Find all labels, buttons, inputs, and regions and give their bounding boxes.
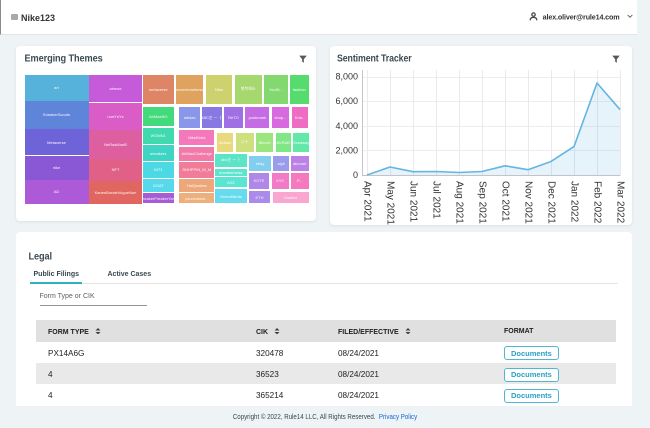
svg-text:Dec 2021: Dec 2021 <box>545 181 556 224</box>
svg-text:8,000: 8,000 <box>335 72 358 82</box>
svg-text:Aug 2021: Aug 2021 <box>453 181 464 224</box>
svg-text:Jul 2021: Jul 2021 <box>430 181 441 219</box>
svg-text:4,000: 4,000 <box>335 121 358 131</box>
svg-text:Oct 2021: Oct 2021 <box>499 181 510 222</box>
svg-text:Mar 2022: Mar 2022 <box>614 181 625 224</box>
svg-text:Jan 2022: Jan 2022 <box>568 181 579 223</box>
svg-text:Jun 2021: Jun 2021 <box>407 181 418 223</box>
svg-text:0: 0 <box>353 170 358 180</box>
svg-text:Nov 2021: Nov 2021 <box>522 181 533 224</box>
svg-text:Sep 2021: Sep 2021 <box>476 181 487 224</box>
svg-text:May 2021: May 2021 <box>384 181 395 225</box>
svg-text:2,000: 2,000 <box>335 145 358 155</box>
svg-text:Feb 2022: Feb 2022 <box>591 181 602 224</box>
svg-text:6,000: 6,000 <box>335 96 358 106</box>
svg-text:Apr 2021: Apr 2021 <box>361 181 372 222</box>
